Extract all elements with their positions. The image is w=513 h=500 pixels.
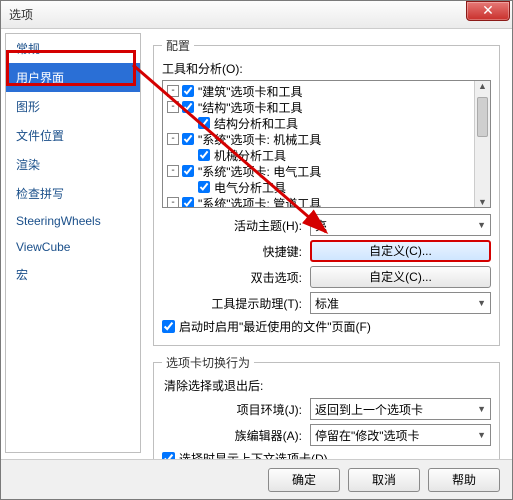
- theme-value: 亮: [315, 217, 327, 234]
- tree-chk[interactable]: [182, 165, 194, 177]
- tree-chk[interactable]: [198, 181, 210, 193]
- tooltip-select[interactable]: 标准 ▼: [310, 292, 491, 314]
- titlebar: 选项 ✕: [1, 1, 512, 29]
- help-button[interactable]: 帮助: [428, 468, 500, 492]
- category-sidebar: 常规 用户界面 图形 文件位置 渲染 检查拼写 SteeringWheels V…: [5, 33, 141, 453]
- config-legend: 配置: [162, 37, 194, 54]
- tooltip-label: 工具提示助理(T):: [162, 295, 310, 312]
- chevron-down-icon: ▼: [477, 430, 486, 440]
- recent-files-label: 启动时启用"最近使用的文件"页面(F): [179, 318, 371, 335]
- chevron-down-icon: ▼: [477, 298, 486, 308]
- project-env-select[interactable]: 返回到上一个选项卡 ▼: [310, 398, 491, 420]
- tree-chk[interactable]: [182, 85, 194, 97]
- tree-chk[interactable]: [182, 133, 194, 145]
- doubleclick-label: 双击选项:: [162, 269, 310, 286]
- tree-scrollbar[interactable]: [474, 81, 490, 207]
- tree-item[interactable]: "建筑"选项卡和工具: [198, 83, 303, 100]
- window-title: 选项: [9, 6, 466, 23]
- shortcut-label: 快捷键:: [162, 243, 310, 260]
- tree-item[interactable]: "结构"选项卡和工具: [198, 99, 303, 116]
- sidebar-item-graphics[interactable]: 图形: [6, 92, 140, 121]
- shortcut-customize-button[interactable]: 自定义(C)...: [310, 240, 491, 262]
- family-editor-label: 族编辑器(A):: [162, 427, 310, 444]
- tree-item[interactable]: "系统"选项卡: 机械工具: [198, 131, 321, 148]
- sidebar-item-viewcube[interactable]: ViewCube: [6, 234, 140, 260]
- theme-label: 活动主题(H):: [162, 217, 310, 234]
- sidebar-item-macros[interactable]: 宏: [6, 260, 140, 289]
- sidebar-item-ui[interactable]: 用户界面: [6, 63, 140, 92]
- tree-item[interactable]: 机械分析工具: [214, 147, 286, 164]
- tree-chk[interactable]: [198, 117, 210, 129]
- tree-chk[interactable]: [182, 101, 194, 113]
- close-button[interactable]: ✕: [466, 1, 510, 21]
- ok-button[interactable]: 确定: [268, 468, 340, 492]
- doubleclick-customize-button[interactable]: 自定义(C)...: [310, 266, 491, 288]
- tree-item[interactable]: 结构分析和工具: [214, 115, 298, 132]
- tree-item[interactable]: "系统"选项卡: 管道工具: [198, 195, 321, 209]
- tree-chk[interactable]: [198, 149, 210, 161]
- tree-item[interactable]: 电气分析工具: [214, 179, 286, 196]
- cancel-button[interactable]: 取消: [348, 468, 420, 492]
- content-pane: 配置 工具和分析(O): -"建筑"选项卡和工具 -"结构"选项卡和工具 结构分…: [141, 29, 512, 457]
- family-editor-value: 停留在"修改"选项卡: [315, 427, 420, 444]
- chevron-down-icon: ▼: [477, 404, 486, 414]
- tree-chk[interactable]: [182, 197, 194, 208]
- project-env-value: 返回到上一个选项卡: [315, 401, 423, 418]
- sidebar-item-file-locations[interactable]: 文件位置: [6, 121, 140, 150]
- tabswitch-legend: 选项卡切换行为: [162, 354, 254, 371]
- tree-item[interactable]: "系统"选项卡: 电气工具: [198, 163, 321, 180]
- sidebar-item-general[interactable]: 常规: [6, 34, 140, 63]
- sidebar-item-spellcheck[interactable]: 检查拼写: [6, 179, 140, 208]
- tools-tree[interactable]: -"建筑"选项卡和工具 -"结构"选项卡和工具 结构分析和工具 -"系统"选项卡…: [162, 80, 491, 208]
- config-group: 配置 工具和分析(O): -"建筑"选项卡和工具 -"结构"选项卡和工具 结构分…: [153, 37, 500, 346]
- clear-label: 清除选择或退出后:: [164, 377, 491, 394]
- project-env-label: 项目环境(J):: [162, 401, 310, 418]
- family-editor-select[interactable]: 停留在"修改"选项卡 ▼: [310, 424, 491, 446]
- recent-files-checkbox[interactable]: [162, 320, 175, 333]
- chevron-down-icon: ▼: [477, 220, 486, 230]
- dialog-body: 常规 用户界面 图形 文件位置 渲染 检查拼写 SteeringWheels V…: [1, 29, 512, 457]
- tools-label: 工具和分析(O):: [162, 60, 491, 77]
- options-dialog: 选项 ✕ 常规 用户界面 图形 文件位置 渲染 检查拼写 SteeringWhe…: [0, 0, 513, 500]
- sidebar-item-steeringwheels[interactable]: SteeringWheels: [6, 208, 140, 234]
- dialog-footer: 确定 取消 帮助: [1, 459, 512, 499]
- tooltip-value: 标准: [315, 295, 339, 312]
- theme-select[interactable]: 亮▼: [310, 214, 491, 236]
- sidebar-item-render[interactable]: 渲染: [6, 150, 140, 179]
